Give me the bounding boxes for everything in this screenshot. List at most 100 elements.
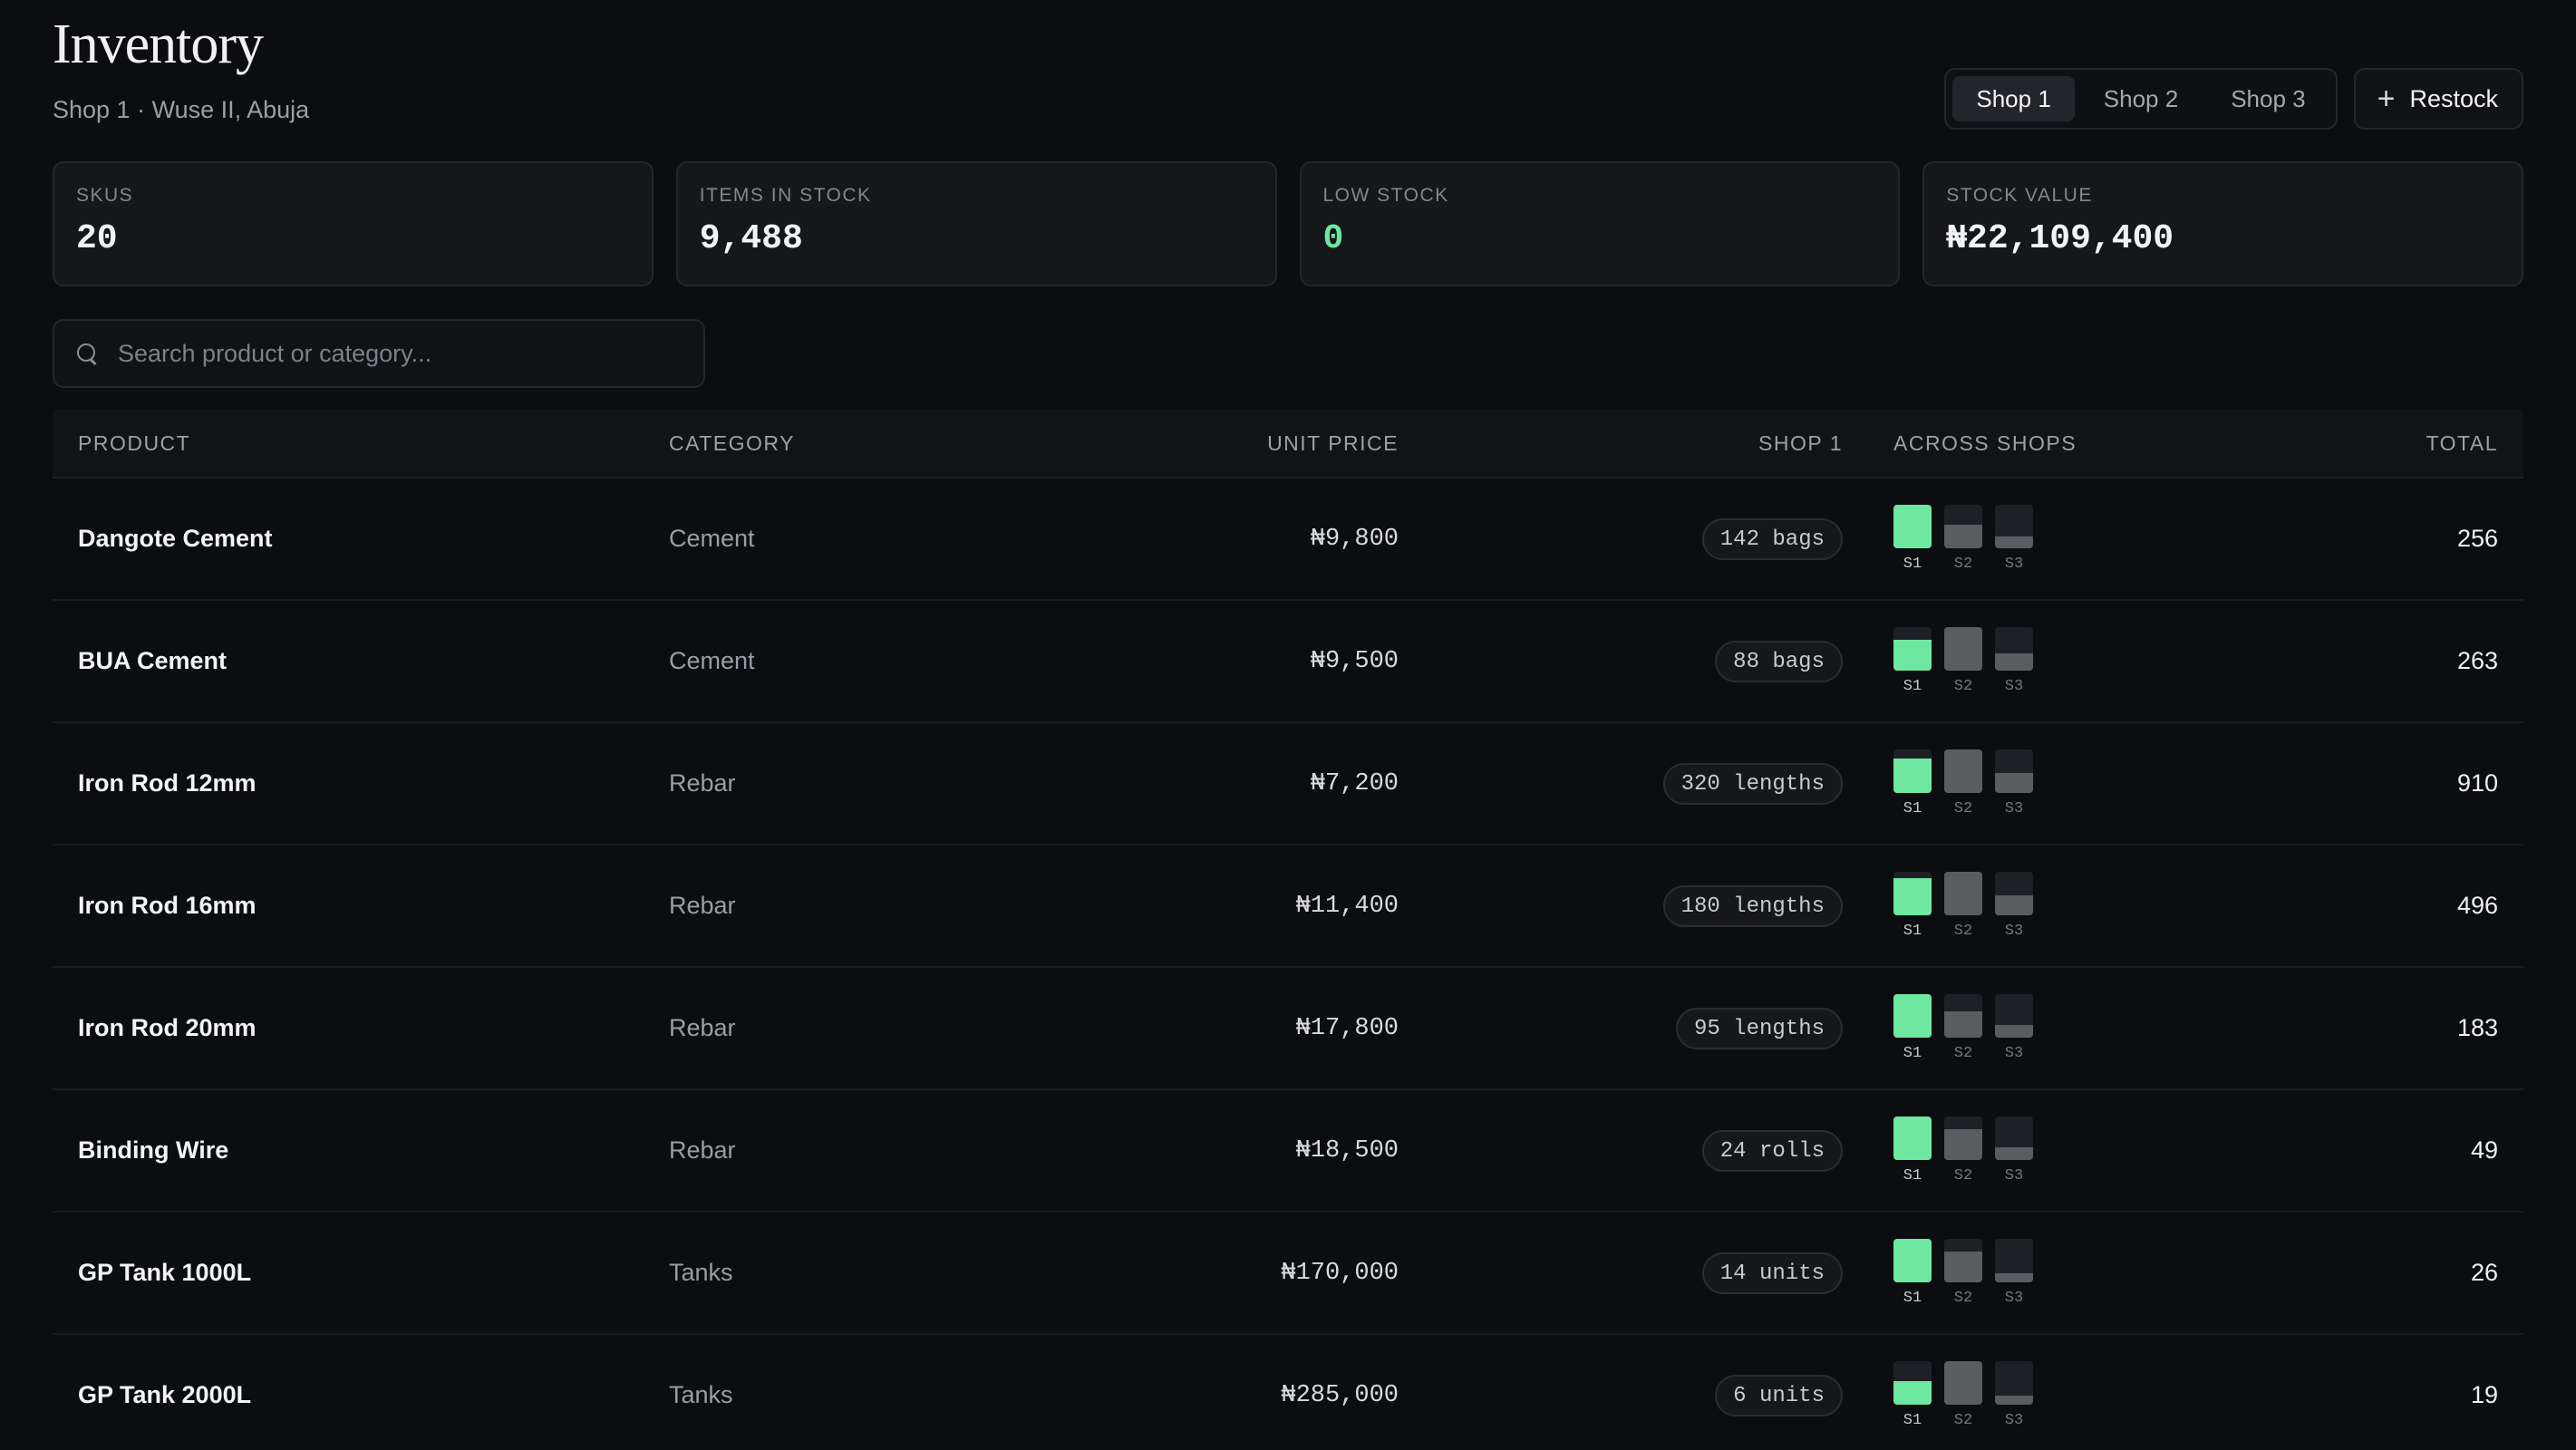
shop-bar-fill (1995, 773, 2033, 793)
shop-quantity-badge: 142 bags (1701, 517, 1843, 560)
shop-bar-1: S1 (1893, 1361, 1932, 1429)
shop-bar-2: S2 (1944, 872, 1982, 940)
shop-bar-label: S3 (2004, 556, 2024, 573)
table-row[interactable]: Iron Rod 16mm Rebar ₦11,400 180 lengths S1 S2… (53, 846, 2523, 968)
shop-bar-fill (1893, 505, 1932, 548)
shop-bar-label: S2 (1953, 923, 1973, 940)
shop-bar-fill (1995, 652, 2033, 671)
table-body: Dangote Cement Cement ₦9,800 142 bags S1 S2 S3… (53, 478, 2523, 1450)
stat-label: STOCK VALUE (1946, 185, 2093, 206)
shop-quantity-badge: 14 units (1701, 1252, 1843, 1294)
shop-bar-2: S2 (1944, 749, 1982, 817)
shop-bar-track (1944, 872, 1982, 915)
table-row[interactable]: Binding Wire Rebar ₦18,500 24 rolls S1 S2 S3 49 (53, 1090, 2523, 1213)
shop-bar-label: S2 (1953, 556, 1973, 573)
tab-shop-1[interactable]: Shop 1 (1952, 76, 2075, 121)
shop-bar-fill (1995, 1146, 2033, 1160)
shop-bar-fill (1944, 872, 1982, 915)
search-input[interactable] (118, 339, 682, 368)
shop-bar-label: S1 (1903, 1412, 1922, 1429)
shop-bar-track (1995, 872, 2033, 915)
shop-bar-label: S2 (1953, 1412, 1973, 1429)
shop-bar-label: S3 (2004, 1290, 2024, 1307)
stat-card-items-in-stock: ITEMS IN STOCK 9,488 (675, 161, 1277, 286)
column-header-total[interactable]: TOTAL (2287, 431, 2523, 456)
table-row[interactable]: Iron Rod 20mm Rebar ₦17,800 95 lengths S1 S2 S… (53, 968, 2523, 1090)
column-header-product[interactable]: PRODUCT (53, 431, 669, 456)
inventory-table: PRODUCT CATEGORY UNIT PRICE SHOP 1 ACROS… (53, 410, 2523, 1450)
shop-bar-3: S3 (1995, 1239, 2033, 1307)
product-category: Rebar (669, 1136, 736, 1164)
shop-quantity-badge: 95 lengths (1675, 1007, 1843, 1049)
restock-button[interactable]: + Restock (2353, 68, 2523, 130)
column-header-shop[interactable]: SHOP 1 (1399, 431, 1843, 456)
product-category: Rebar (669, 1014, 736, 1041)
product-name: Binding Wire (78, 1136, 229, 1164)
shop-bar-fill (1944, 1361, 1982, 1405)
product-category: Tanks (669, 1381, 733, 1408)
shop-quantity-cell: 320 lengths (1399, 762, 1843, 805)
stat-card-low-stock: LOW STOCK 0 (1299, 161, 1901, 286)
total-quantity: 26 (2470, 1259, 2498, 1286)
shop-bar-label: S3 (2004, 800, 2024, 817)
shop-bar-track (1893, 1116, 1932, 1160)
product-name: Iron Rod 12mm (78, 769, 257, 797)
shop-bar-3: S3 (1995, 1116, 2033, 1184)
across-shops-bars: S1 S2 S3 (1893, 749, 2287, 817)
shop-bar-fill (1893, 758, 1932, 793)
table-row[interactable]: GP Tank 1000L Tanks ₦170,000 14 units S1 S2 S3… (53, 1213, 2523, 1335)
tab-shop-2[interactable]: Shop 2 (2080, 76, 2202, 121)
across-shops-cell: S1 S2 S3 (1843, 627, 2287, 695)
shop-quantity-cell: 6 units (1399, 1374, 1843, 1416)
shop-bar-label: S1 (1903, 678, 1922, 695)
shop-bar-label: S1 (1903, 556, 1922, 573)
shop-bar-fill (1893, 1239, 1932, 1282)
shop-bar-1: S1 (1893, 627, 1932, 695)
table-row[interactable]: GP Tank 2000L Tanks ₦285,000 6 units S1 S2 S3 1… (53, 1335, 2523, 1450)
shop-bar-fill (1995, 536, 2033, 548)
unit-price: ₦7,200 (1310, 769, 1399, 798)
shop-bar-track (1995, 1361, 2033, 1405)
across-shops-bars: S1 S2 S3 (1893, 1361, 2287, 1429)
shop-bar-1: S1 (1893, 1116, 1932, 1184)
restock-button-label: Restock (2409, 84, 2498, 112)
across-shops-bars: S1 S2 S3 (1893, 505, 2287, 573)
shop-bar-label: S2 (1953, 1045, 1973, 1062)
shop-bar-track (1944, 994, 1982, 1038)
total-quantity: 183 (2456, 1014, 2498, 1041)
column-header-unit-price[interactable]: UNIT PRICE (1031, 431, 1399, 456)
unit-price: ₦18,500 (1295, 1136, 1399, 1165)
product-category: Rebar (669, 769, 736, 797)
page-title: Inventory (53, 14, 264, 75)
shop-quantity-cell: 180 lengths (1399, 884, 1843, 927)
shop-bar-track (1893, 1361, 1932, 1405)
tab-shop-3[interactable]: Shop 3 (2207, 76, 2329, 121)
shop-quantity-badge: 6 units (1715, 1374, 1843, 1416)
across-shops-bars: S1 S2 S3 (1893, 994, 2287, 1062)
total-quantity: 496 (2456, 892, 2498, 919)
shop-bar-2: S2 (1944, 1116, 1982, 1184)
table-row[interactable]: BUA Cement Cement ₦9,500 88 bags S1 S2 S3 263 (53, 601, 2523, 723)
shop-bar-1: S1 (1893, 872, 1932, 940)
shop-bar-fill (1995, 1396, 2033, 1405)
page-subtitle: Shop 1 · Wuse II, Abuja (53, 96, 310, 123)
shop-bar-track (1944, 627, 1982, 671)
column-header-across-shops: ACROSS SHOPS (1893, 430, 2077, 455)
shop-bar-fill (1893, 878, 1932, 915)
column-header-category[interactable]: CATEGORY (669, 431, 1031, 456)
table-row[interactable]: Iron Rod 12mm Rebar ₦7,200 320 lengths S1 S2 S… (53, 723, 2523, 846)
shop-bar-label: S3 (2004, 1167, 2024, 1184)
stat-cards: SKUS 20 ITEMS IN STOCK 9,488 LOW STOCK 0… (53, 161, 2523, 286)
stat-card-skus: SKUS 20 (53, 161, 654, 286)
header-actions: Shop 1 Shop 2 Shop 3 + Restock (1944, 68, 2523, 130)
shop-bar-3: S3 (1995, 872, 2033, 940)
shop-bar-track (1995, 1239, 2033, 1282)
shop-bar-track (1995, 1116, 2033, 1160)
shop-bar-track (1944, 1116, 1982, 1160)
product-category: Rebar (669, 892, 736, 919)
shop-bar-fill (1944, 1252, 1982, 1282)
shop-bar-label: S2 (1953, 1167, 1973, 1184)
shop-bar-track (1995, 627, 2033, 671)
across-shops-cell: S1 S2 S3 (1843, 872, 2287, 940)
table-row[interactable]: Dangote Cement Cement ₦9,800 142 bags S1 S2 S3… (53, 478, 2523, 601)
